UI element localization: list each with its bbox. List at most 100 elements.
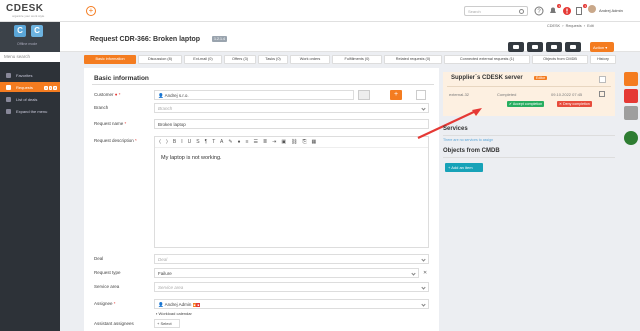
brand-name: CDESK [6, 3, 44, 14]
expand-icon[interactable] [599, 91, 605, 97]
customer-info-button[interactable] [416, 90, 426, 100]
tab-history[interactable]: History [590, 55, 616, 64]
version-badge: 1.2.1.4 [212, 36, 227, 42]
accept-label: Accept completion [512, 102, 543, 106]
logo[interactable]: CDESK organize your work style [6, 3, 58, 19]
chat-icon[interactable] [624, 131, 638, 145]
align-icon[interactable]: ≣ [263, 139, 272, 145]
assignee-select[interactable]: 👤 Andrej Admin ■ ■ [154, 299, 429, 309]
strike-icon[interactable]: S [196, 139, 204, 145]
branch-placeholder: Branch [158, 106, 173, 111]
customer-field[interactable]: 👤 Andrej s.r.o. [154, 90, 354, 100]
services-title: Services [443, 126, 468, 132]
request-type-label: Request type [94, 270, 121, 275]
description-label: Request description * [94, 138, 137, 143]
color-drop-icon[interactable]: ● [238, 139, 246, 145]
clear-icon[interactable]: ✕ [423, 270, 427, 276]
settings-icon[interactable] [599, 76, 606, 83]
workspace-c-icon[interactable]: C [14, 25, 26, 37]
link-icon[interactable]: ⛓ [291, 139, 302, 145]
tab-discussion[interactable]: Discussion (8) [138, 55, 182, 64]
description-editor[interactable]: ⟨⟩BIUS¶TA✎●≡☰≣⇥▣⛓⎘▦ My laptop is not wor… [154, 136, 429, 248]
edit-badge[interactable]: Editor [534, 76, 548, 80]
tab-offers[interactable]: Offers (3) [224, 55, 256, 64]
notification-badge: 1 [557, 4, 561, 8]
tab-work-orders[interactable]: Work orders [290, 55, 330, 64]
sidebar-item-deals[interactable]: List of deals [0, 94, 60, 104]
requests-icon [6, 85, 11, 90]
image-icon[interactable]: ▣ [281, 139, 291, 145]
underline-icon[interactable]: U [188, 139, 197, 145]
quick-add-button[interactable]: + [86, 6, 96, 16]
search-icon [519, 9, 524, 14]
person-icon: 👤 [158, 93, 165, 98]
font-size-icon[interactable]: T [212, 139, 220, 145]
documents-button[interactable] [546, 42, 562, 52]
assignee-label: Assignee * [94, 301, 116, 306]
table-icon[interactable]: ▦ [311, 139, 321, 145]
list-ol-icon[interactable]: ☰ [253, 139, 262, 145]
tab-connected-external-requests[interactable]: Connected external requests (1) [444, 55, 530, 64]
request-name-input[interactable]: Broken laptop [154, 119, 429, 129]
top-bar: CDESK organize your work style + Search … [0, 0, 640, 22]
chevron-down-icon [411, 271, 416, 276]
description-text: My laptop is not working. [161, 155, 222, 161]
tab-objects-from-cmdb[interactable]: Objects from CMDB [532, 55, 588, 64]
tab-bar: Basic information Discussion (8) Ext-mai… [84, 55, 616, 64]
requests-badge-b: 1 [48, 86, 53, 90]
chevron-down-icon [421, 302, 426, 307]
required-mark: * [113, 301, 116, 306]
action-dropdown-button[interactable]: Action ▾ [590, 42, 614, 52]
page-title: Request CDR-366: Broken laptop [90, 36, 201, 43]
branch-select[interactable]: Branch [154, 103, 429, 113]
editor-toolbar[interactable]: ⟨⟩BIUS¶TA✎●≡☰≣⇥▣⛓⎘▦ [155, 137, 428, 148]
breadcrumb-item[interactable]: CDESK [547, 24, 560, 28]
user-name[interactable]: Andrej Admin [599, 8, 623, 13]
menu-search-input[interactable]: Menu search [0, 52, 60, 62]
assistant-assignees-label: Assistant assignees [94, 321, 134, 326]
external-date: 09.10.2022 07:45 [551, 92, 583, 97]
alert-icon[interactable] [562, 6, 572, 16]
document-icon[interactable]: 1 [574, 4, 587, 16]
side-action-grey-button[interactable] [624, 106, 638, 120]
requests-badge-a: 4 [43, 86, 48, 90]
message-button[interactable] [565, 42, 581, 52]
tab-related-requests[interactable]: Related requests (0) [384, 55, 442, 64]
deny-completion-button[interactable]: ✕ Deny completion [557, 101, 592, 107]
workload-calendar-link[interactable]: ▪ Workload calendar [156, 311, 192, 316]
request-type-select[interactable]: Failure [154, 268, 419, 278]
add-customer-button[interactable]: + [390, 90, 402, 100]
tab-fulfillments[interactable]: Fulfillments (0) [332, 55, 382, 64]
deal-select[interactable]: Deal [154, 254, 429, 264]
bell-icon[interactable]: 1 [548, 4, 561, 16]
branch-label: Branch [94, 105, 109, 110]
avatar[interactable] [588, 5, 596, 13]
global-search-input[interactable]: Search [464, 6, 528, 16]
users-button[interactable] [508, 42, 524, 52]
tab-basic-information[interactable]: Basic information [84, 55, 136, 64]
help-icon[interactable]: ? [534, 6, 544, 16]
contact-button[interactable] [527, 42, 543, 52]
tab-tasks[interactable]: Tasks (0) [258, 55, 288, 64]
accept-completion-button[interactable]: ✔ Accept completion [507, 101, 545, 107]
description-label-text: Request description [94, 138, 134, 143]
side-action-orange-button[interactable] [624, 72, 638, 86]
code-icon[interactable]: ⟨⟩ [159, 139, 173, 145]
workspace-c2-icon[interactable]: C [31, 25, 43, 37]
marker-icon[interactable]: ✎ [228, 139, 237, 145]
indent-icon[interactable]: ⇥ [272, 139, 281, 145]
sidebar-item-favorites[interactable]: Favorites [0, 70, 60, 80]
service-area-select[interactable]: Service area [154, 282, 429, 292]
external-id[interactable]: external-32 [449, 92, 469, 97]
sidebar-item-expand[interactable]: Expand the menu [0, 106, 60, 116]
add-cmdb-item-button[interactable]: + Add an item [445, 163, 483, 172]
calendar-button[interactable] [358, 90, 370, 100]
sidebar-item-requests[interactable]: Requests 418 [0, 82, 60, 92]
users-icon [513, 45, 519, 49]
bold-icon[interactable]: B [173, 139, 181, 145]
tab-ext-mail[interactable]: Ext-mail (0) [184, 55, 222, 64]
deny-label: Deny completion [563, 102, 590, 106]
select-assistant-button[interactable]: + Select [154, 319, 180, 328]
side-action-delete-button[interactable] [624, 89, 638, 103]
breadcrumb-item[interactable]: Requests [566, 24, 582, 28]
